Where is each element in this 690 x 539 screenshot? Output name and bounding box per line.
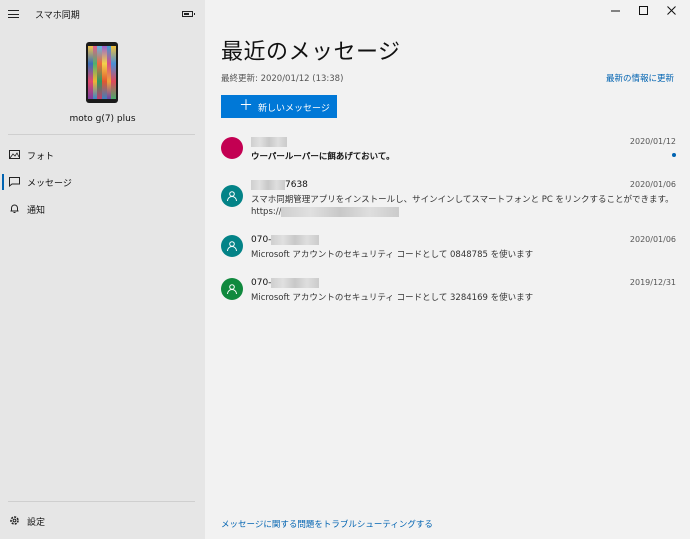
- maximize-icon: [639, 6, 648, 15]
- page-title: 最近のメッセージ: [221, 40, 401, 65]
- message-date: 2020/01/12: [629, 137, 676, 146]
- minimize-button[interactable]: [601, 2, 631, 22]
- new-message-button[interactable]: ＋ 新しいメッセージ: [221, 95, 337, 118]
- battery-icon: [182, 11, 195, 17]
- main-content: 最近のメッセージ 最終更新: 2020/01/12 (13:38) 最新の情報に…: [205, 0, 690, 539]
- sidebar-item-notifications[interactable]: 通知: [0, 198, 205, 220]
- refresh-link[interactable]: 最新の情報に更新: [606, 72, 674, 84]
- hamburger-menu-icon[interactable]: [8, 10, 19, 18]
- plus-icon: ＋: [239, 98, 253, 114]
- conversation-item[interactable]: 7638 スマホ同期管理アプリをインストールし、サインインしてスマートフォンと …: [221, 180, 676, 222]
- sidebar-divider: [8, 134, 195, 135]
- sender-name: 070-: [251, 235, 320, 245]
- person-icon: [227, 284, 237, 295]
- active-indicator: [2, 174, 4, 190]
- avatar: [221, 278, 243, 300]
- message-preview: スマホ同期管理アプリをインストールし、サインインしてスマートフォンと PC をリ…: [251, 195, 674, 205]
- conversation-item[interactable]: 070- Microsoft アカウントのセキュリティ コードとして 32841…: [221, 278, 676, 306]
- sidebar-item-messages[interactable]: メッセージ: [0, 171, 205, 193]
- sidebar: スマホ同期 moto g(7) plus フォト メッセージ 通知 設定: [0, 0, 205, 539]
- gear-icon: [10, 516, 19, 525]
- message-preview: Microsoft アカウントのセキュリティ コードとして 3284169 を使…: [251, 293, 534, 303]
- close-button[interactable]: [657, 2, 687, 22]
- person-icon: [227, 241, 237, 252]
- troubleshoot-link[interactable]: メッセージに関する問題をトラブルシューティングする: [221, 518, 433, 530]
- conversation-item[interactable]: ウーパールーパーに餌あげておいて。 2020/01/12: [221, 137, 676, 167]
- avatar: [221, 185, 243, 207]
- last-updated-text: 最終更新: 2020/01/12 (13:38): [221, 74, 344, 84]
- maximize-button[interactable]: [629, 2, 659, 22]
- new-message-label: 新しいメッセージ: [258, 104, 330, 114]
- conversation-item[interactable]: 070- Microsoft アカウントのセキュリティ コードとして 08487…: [221, 235, 676, 263]
- message-date: 2019/12/31: [629, 278, 676, 287]
- close-icon: [667, 6, 676, 15]
- sender-name: 7638: [251, 180, 308, 190]
- message-preview-link: https://: [251, 207, 400, 217]
- person-icon: [227, 191, 237, 202]
- sidebar-divider: [8, 501, 195, 502]
- message-icon: [9, 177, 20, 187]
- minimize-icon: [611, 10, 620, 12]
- phone-image: [86, 42, 118, 103]
- sidebar-topbar: スマホ同期: [0, 0, 205, 28]
- app-title: スマホ同期: [35, 11, 80, 21]
- photo-icon: [9, 150, 20, 159]
- message-date: 2020/01/06: [629, 235, 676, 244]
- sidebar-item-photos[interactable]: フォト: [0, 144, 205, 166]
- message-date: 2020/01/06: [629, 180, 676, 189]
- sidebar-item-label: メッセージ: [27, 179, 72, 189]
- device-name: moto g(7) plus: [69, 114, 136, 124]
- unread-indicator: [672, 153, 676, 157]
- sidebar-item-label: フォト: [27, 152, 55, 162]
- message-preview: Microsoft アカウントのセキュリティ コードとして 0848785 を使…: [251, 250, 534, 260]
- bell-icon: [10, 204, 19, 213]
- message-preview: ウーパールーパーに餌あげておいて。: [251, 152, 395, 162]
- sender-name: 070-: [251, 278, 320, 288]
- avatar: [221, 235, 243, 257]
- sidebar-item-label: 通知: [27, 206, 46, 216]
- sender-name: [251, 137, 287, 147]
- sidebar-item-label: 設定: [27, 518, 46, 528]
- sidebar-item-settings[interactable]: 設定: [0, 510, 205, 532]
- avatar: [221, 137, 243, 159]
